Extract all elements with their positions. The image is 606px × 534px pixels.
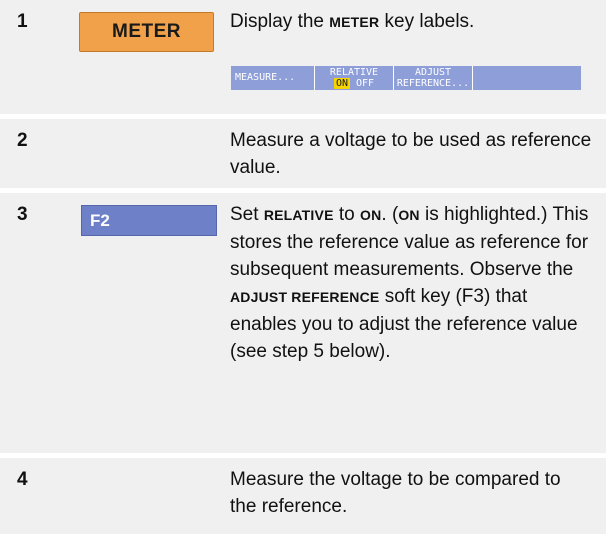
f2-key[interactable]: F2 [81, 205, 217, 236]
softkey-bar: MEASURE... RELATIVE ON OFF ADJUST REFEREN… [231, 66, 581, 90]
step-number: 2 [17, 130, 28, 151]
step-description: Display the METER key labels. [230, 11, 475, 32]
meter-key[interactable]: METER [79, 12, 214, 52]
step-row-1: 1 METER Display the METER key labels. ME… [0, 0, 606, 114]
step-number: 1 [17, 11, 28, 32]
softkey-relative-label: RELATIVE [329, 67, 379, 78]
step-row-4: 4 Measure the voltage to be compared to … [0, 458, 606, 534]
softkey-blank[interactable] [472, 66, 581, 90]
softkey-measure-label: MEASURE... [235, 72, 296, 83]
step-description: Set RELATIVE to ON. (ON is highlighted.)… [230, 204, 589, 362]
step-number: 4 [17, 469, 28, 490]
softkey-relative[interactable]: RELATIVE ON OFF [314, 66, 393, 90]
step-row-2: 2 Measure a voltage to be used as refere… [0, 119, 606, 188]
meter-key-label: METER [112, 21, 181, 42]
softkey-adjust-label: ADJUST [414, 67, 452, 78]
instruction-table: 1 METER Display the METER key labels. ME… [0, 0, 606, 534]
option-on-highlighted: ON [333, 78, 350, 89]
keyword-on: ON [360, 207, 382, 223]
step-row-3: 3 F2 Set RELATIVE to ON. (ON is highligh… [0, 193, 606, 453]
keyword-meter: METER [329, 14, 380, 30]
keyword-relative: RELATIVE [263, 207, 334, 223]
option-off: OFF [355, 78, 375, 89]
step-number: 3 [17, 204, 28, 225]
softkey-relative-options: ON OFF [315, 78, 393, 89]
softkey-reference-label: REFERENCE... [396, 78, 470, 89]
keyword-on: ON [398, 207, 420, 223]
softkey-measure[interactable]: MEASURE... [231, 66, 314, 90]
keyword-adjust-reference: ADJUST REFERENCE [230, 289, 380, 305]
step-description: Measure a voltage to be used as referenc… [230, 130, 592, 178]
f2-key-label: F2 [90, 211, 110, 230]
step-description: Measure the voltage to be compared to th… [230, 469, 561, 517]
softkey-adjust-reference[interactable]: ADJUST REFERENCE... [393, 66, 472, 90]
